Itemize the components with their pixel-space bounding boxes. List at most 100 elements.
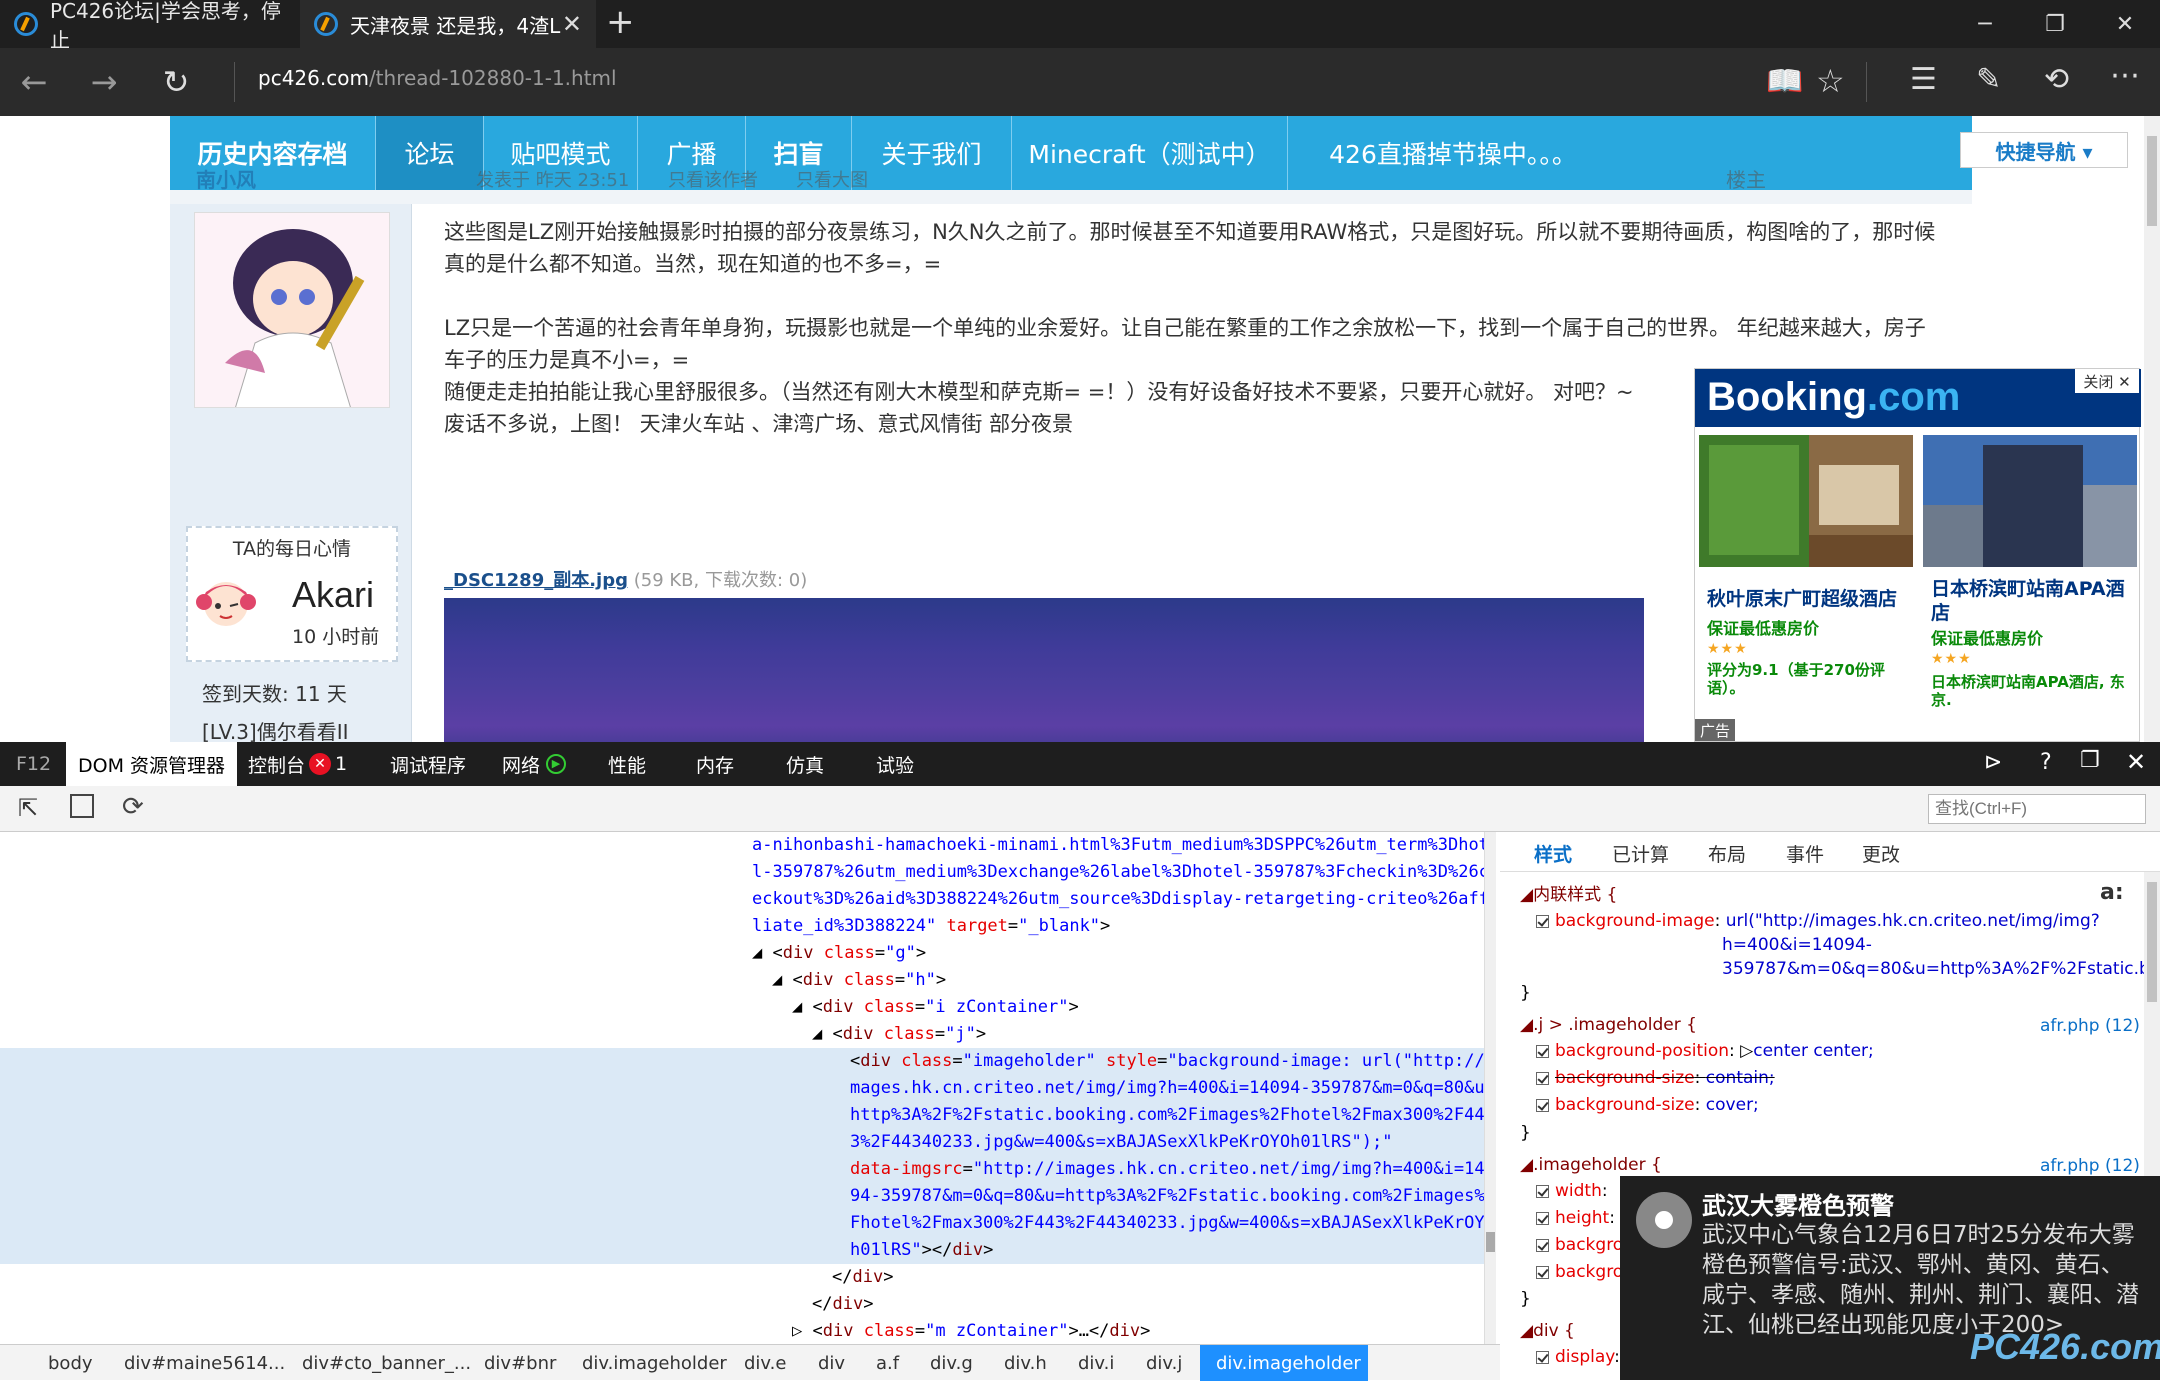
breadcrumb-item[interactable]: div.g [924, 1345, 979, 1381]
dom-line[interactable]: data-imgsrc="http://images.hk.cn.criteo.… [850, 1156, 1484, 1183]
browser-tab-2[interactable]: 天津夜景 还是我，4渣L ✕ [300, 0, 596, 48]
style-decl[interactable]: width: [1536, 1178, 1608, 1205]
highlight-element-icon[interactable] [70, 794, 94, 818]
nav-forum[interactable]: 论坛 [376, 116, 484, 190]
tab-events[interactable]: 事件 [1786, 840, 1824, 867]
dom-line[interactable]: http%3A%2F%2Fstatic.booking.com%2Fimages… [850, 1102, 1484, 1129]
inline-style-rule[interactable]: ◢内联样式 { [1520, 882, 1617, 909]
tab-dom-explorer[interactable]: DOM 资源管理器 [66, 742, 238, 786]
rule-selector[interactable]: ◢.imageholder { [1520, 1152, 1662, 1179]
tab-computed[interactable]: 已计算 [1612, 840, 1669, 867]
style-decl[interactable]: height: [1536, 1205, 1615, 1232]
url-field[interactable]: pc426.com/thread-102880-1-1.html [258, 66, 617, 90]
scrollbar-thumb[interactable] [1486, 1232, 1495, 1252]
breadcrumb-item[interactable]: div#bnr [478, 1345, 562, 1381]
booking-ad[interactable]: Booking.com 关闭 ✕ 秋叶原末广町超级酒店 保证最低惠房价 ★★★ … [1694, 368, 2141, 742]
reading-view-icon[interactable]: 📖 [1766, 64, 1803, 99]
attachment-link[interactable]: _DSC1289_副本.jpg [444, 570, 628, 591]
find-input[interactable] [1928, 794, 2146, 824]
restore-icon[interactable]: ❐ [2020, 0, 2090, 48]
web-note-icon[interactable]: ✎ [1976, 62, 2001, 97]
tab-layout[interactable]: 布局 [1708, 840, 1746, 867]
dom-line[interactable]: liate_id%3D388224" target="_blank"> [752, 913, 1110, 940]
page-scrollbar[interactable] [2144, 116, 2160, 742]
more-icon[interactable]: ⋯ [2110, 58, 2140, 93]
add-rule-icon[interactable]: a: [2100, 880, 2124, 905]
forward-icon[interactable]: → [74, 48, 134, 116]
undock-icon[interactable]: ❐ [2080, 748, 2100, 773]
browser-tab-1[interactable]: PC426论坛|学会思考，停止 [0, 0, 300, 52]
rule-source-link[interactable]: afr.php (12) [2040, 1016, 2140, 1036]
dom-close-tag[interactable]: </div> [812, 1291, 873, 1318]
breadcrumb-item[interactable]: div [812, 1345, 851, 1381]
tab-network[interactable]: 网络 ▶ [490, 742, 578, 786]
breadcrumb-item[interactable]: div.h [998, 1345, 1053, 1381]
refresh-icon[interactable]: ↻ [146, 48, 206, 116]
close-devtools-icon[interactable]: ✕ [2126, 748, 2146, 776]
breadcrumb-item[interactable]: a.f [870, 1345, 905, 1381]
refresh-dom-icon[interactable]: ⟳ [122, 792, 144, 822]
help-icon[interactable]: ? [2040, 750, 2052, 775]
style-decl[interactable]: backgro [1536, 1259, 1623, 1286]
breadcrumb-item[interactable]: div.i [1072, 1345, 1120, 1381]
rule-selector[interactable]: ◢div { [1520, 1318, 1575, 1345]
minimize-icon[interactable]: ─ [1950, 0, 2020, 48]
console-toggle-icon[interactable]: ⊳ [1984, 750, 2002, 775]
style-decl[interactable]: display: [1536, 1344, 1620, 1371]
rule-source-link[interactable]: afr.php (12) [2040, 1156, 2140, 1176]
user-level[interactable]: [LV.3]偶尔看看II [202, 716, 349, 742]
nav-about[interactable]: 关于我们 [852, 116, 1012, 190]
tab-changes[interactable]: 更改 [1862, 840, 1900, 867]
big-image-link[interactable]: 只看大图 [796, 166, 868, 192]
breadcrumb-item[interactable]: div#cto_banner_... [296, 1345, 477, 1381]
hotel-2-image[interactable] [1923, 435, 2137, 567]
dom-node-h[interactable]: ◢ <div class="h"> [772, 967, 946, 994]
style-decl[interactable]: backgro [1536, 1232, 1623, 1259]
hotel-1-image[interactable] [1699, 435, 1913, 567]
tab-memory[interactable]: 内存 [684, 742, 746, 786]
back-icon[interactable]: ← [4, 48, 64, 116]
nav-minecraft[interactable]: Minecraft（测试中） [1012, 116, 1288, 190]
dom-close-tag[interactable]: </div> [832, 1264, 893, 1291]
only-author-link[interactable]: 只看该作者 [668, 166, 758, 192]
breadcrumb-item[interactable]: div.j [1140, 1345, 1188, 1381]
tab-performance[interactable]: 性能 [596, 742, 658, 786]
dom-node-i[interactable]: ◢ <div class="i zContainer"> [792, 994, 1079, 1021]
breadcrumb-item[interactable]: div#maine5614... [118, 1345, 291, 1381]
breadcrumb-item[interactable]: body [42, 1345, 99, 1381]
nav-live[interactable]: 426直播掉节操中。。。 [1288, 116, 1618, 190]
author-name[interactable]: 南小风 [196, 164, 256, 193]
style-decl-overridden[interactable]: background-size: contain; [1536, 1065, 1775, 1092]
dom-line[interactable]: eckout%3D%26aid%3D388224%26utm_source%3D… [752, 886, 1484, 913]
dom-node-m[interactable]: ▷ <div class="m zContainer">…</div> [792, 1318, 1150, 1344]
dom-line[interactable]: 3%2F44340233.jpg&w=400&s=xBAJASexXlkPeKr… [850, 1129, 1392, 1156]
select-element-icon[interactable]: ⇱ [18, 794, 38, 822]
share-icon[interactable]: ⟲ [2044, 62, 2069, 97]
dom-line[interactable]: h01lRS"></div> [850, 1237, 993, 1264]
dom-node-j[interactable]: ◢ <div class="j"> [812, 1021, 986, 1048]
dom-node-imageholder[interactable]: <div class="imageholder" style="backgrou… [850, 1048, 1484, 1075]
breadcrumb-item[interactable]: div.imageholder [576, 1345, 733, 1381]
dom-line[interactable]: Fhotel%2Fmax300%2F443%2F44340233.jpg&w=4… [850, 1210, 1484, 1237]
style-decl[interactable]: background-image: url("http://images.hk.… [1536, 908, 2100, 935]
dom-node-g[interactable]: ◢ <div class="g"> [752, 940, 926, 967]
hotel-2-name[interactable]: 日本桥滨町站南APA酒店 [1931, 577, 2137, 625]
style-decl[interactable]: background-size: cover; [1536, 1092, 1759, 1119]
tab-console[interactable]: 控制台 ✕ 1 [236, 742, 359, 786]
ad-close-button[interactable]: 关闭 ✕ [2075, 369, 2139, 393]
quick-nav-button[interactable]: 快捷导航 ▾ [1960, 132, 2128, 168]
dom-line[interactable]: l-359787%26utm_medium%3Dexchange%26label… [752, 859, 1484, 886]
post-photo[interactable] [444, 598, 1644, 742]
scrollbar-thumb[interactable] [2147, 136, 2157, 226]
breadcrumb-item[interactable]: div.e [738, 1345, 792, 1381]
hub-icon[interactable]: ☰ [1910, 62, 1937, 97]
tab-styles[interactable]: 样式 [1534, 840, 1572, 867]
tab-experiments[interactable]: 试验 [864, 742, 926, 786]
tab-emulation[interactable]: 仿真 [774, 742, 836, 786]
dom-line[interactable]: a-nihonbashi-hamachoeki-minami.html%3Fut… [752, 832, 1484, 859]
scrollbar-thumb[interactable] [2147, 882, 2157, 1002]
close-window-icon[interactable]: ✕ [2090, 0, 2160, 48]
dom-scrollbar[interactable] [1484, 832, 1496, 1344]
rule-selector[interactable]: ◢.j > .imageholder { [1520, 1012, 1697, 1039]
close-tab-icon[interactable]: ✕ [562, 10, 582, 38]
